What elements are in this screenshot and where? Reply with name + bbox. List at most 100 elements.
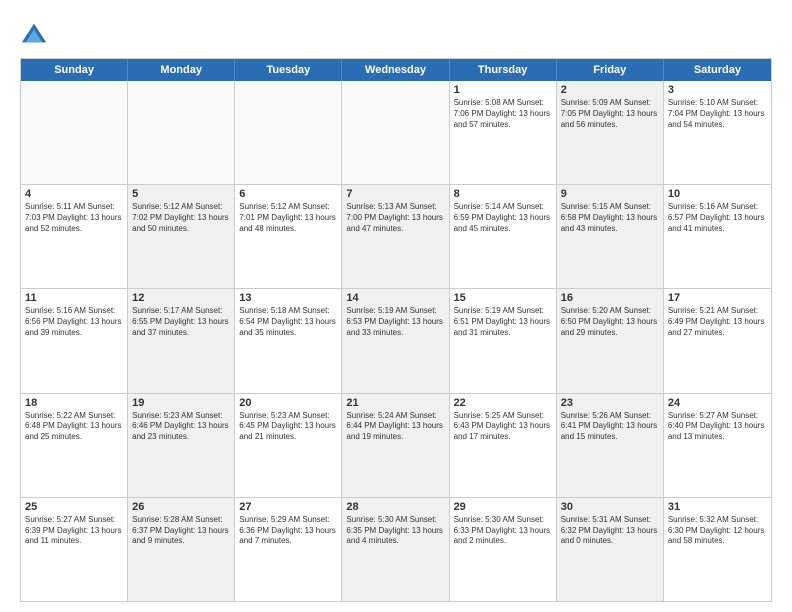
calendar-day-cell: 18Sunrise: 5:22 AM Sunset: 6:48 PM Dayli… — [21, 394, 128, 497]
day-info: Sunrise: 5:16 AM Sunset: 6:57 PM Dayligh… — [668, 202, 767, 234]
weekday-header: Tuesday — [235, 59, 342, 81]
calendar-day-cell: 27Sunrise: 5:29 AM Sunset: 6:36 PM Dayli… — [235, 498, 342, 601]
day-number: 5 — [132, 188, 230, 200]
day-number: 6 — [239, 188, 337, 200]
logo — [20, 20, 54, 48]
day-info: Sunrise: 5:18 AM Sunset: 6:54 PM Dayligh… — [239, 306, 337, 338]
day-info: Sunrise: 5:22 AM Sunset: 6:48 PM Dayligh… — [25, 411, 123, 443]
calendar-day-cell: 23 Sunrise: 5:26 AM Sunset: 6:41 PM Dayli… — [557, 394, 664, 497]
day-info: Sunrise: 5:10 AM Sunset: 7:04 PM Dayligh… — [668, 98, 767, 130]
calendar-day-cell: 25 Sunrise: 5:27 AM Sunset: 6:39 PM Dayli… — [21, 498, 128, 601]
day-info: Sunrise: 5:19 AM Sunset: 6:53 PM Dayligh… — [346, 306, 444, 338]
day-info: Sunrise: 5:14 AM Sunset: 6:59 PM Dayligh… — [454, 202, 552, 234]
calendar-day-cell: 14Sunrise: 5:19 AM Sunset: 6:53 PM Dayli… — [342, 289, 449, 392]
calendar-day-cell: 24Sunrise: 5:27 AM Sunset: 6:40 PM Dayli… — [664, 394, 771, 497]
day-info: Sunrise: 5:27 AM Sunset: 6:39 PM Dayligh… — [25, 515, 123, 547]
weekday-header: Thursday — [450, 59, 557, 81]
calendar-day-cell: 6Sunrise: 5:12 AM Sunset: 7:01 PM Daylig… — [235, 185, 342, 288]
day-number: 30 — [561, 501, 659, 513]
day-info: Sunrise: 5:12 AM Sunset: 7:02 PM Dayligh… — [132, 202, 230, 234]
weekday-header: Friday — [557, 59, 664, 81]
day-number: 20 — [239, 397, 337, 409]
calendar-day-cell — [342, 81, 449, 184]
day-info: Sunrise: 5:30 AM Sunset: 6:33 PM Dayligh… — [454, 515, 552, 547]
calendar-day-cell: 28 Sunrise: 5:30 AM Sunset: 6:35 PM Dayli… — [342, 498, 449, 601]
day-info: Sunrise: 5:23 AM Sunset: 6:45 PM Dayligh… — [239, 411, 337, 443]
calendar-day-cell: 15 Sunrise: 5:19 AM Sunset: 6:51 PM Dayli… — [450, 289, 557, 392]
calendar-day-cell: 17 Sunrise: 5:21 AM Sunset: 6:49 PM Dayli… — [664, 289, 771, 392]
day-info: Sunrise: 5:17 AM Sunset: 6:55 PM Dayligh… — [132, 306, 230, 338]
day-number: 28 — [346, 501, 444, 513]
day-number: 11 — [25, 292, 123, 304]
day-number: 22 — [454, 397, 552, 409]
day-number: 27 — [239, 501, 337, 513]
day-number: 2 — [561, 84, 659, 96]
day-number: 12 — [132, 292, 230, 304]
day-info: Sunrise: 5:27 AM Sunset: 6:40 PM Dayligh… — [668, 411, 767, 443]
weekday-header: Wednesday — [342, 59, 449, 81]
calendar-day-cell: 11 Sunrise: 5:16 AM Sunset: 6:56 PM Dayli… — [21, 289, 128, 392]
calendar-day-cell: 10 Sunrise: 5:16 AM Sunset: 6:57 PM Dayli… — [664, 185, 771, 288]
calendar-day-cell: 12 Sunrise: 5:17 AM Sunset: 6:55 PM Dayli… — [128, 289, 235, 392]
weekday-header: Sunday — [21, 59, 128, 81]
calendar-week-row: 1 Sunrise: 5:08 AM Sunset: 7:06 PM Daylig… — [21, 81, 771, 185]
day-info: Sunrise: 5:11 AM Sunset: 7:03 PM Dayligh… — [25, 202, 123, 234]
calendar-day-cell: 22 Sunrise: 5:25 AM Sunset: 6:43 PM Dayli… — [450, 394, 557, 497]
calendar-day-cell: 4 Sunrise: 5:11 AM Sunset: 7:03 PM Daylig… — [21, 185, 128, 288]
logo-icon — [20, 20, 48, 48]
calendar-body: 1 Sunrise: 5:08 AM Sunset: 7:06 PM Daylig… — [21, 81, 771, 601]
day-number: 31 — [668, 501, 767, 513]
calendar-day-cell: 3 Sunrise: 5:10 AM Sunset: 7:04 PM Daylig… — [664, 81, 771, 184]
calendar-day-cell: 21 Sunrise: 5:24 AM Sunset: 6:44 PM Dayli… — [342, 394, 449, 497]
page: SundayMondayTuesdayWednesdayThursdayFrid… — [0, 0, 792, 612]
weekday-header: Monday — [128, 59, 235, 81]
calendar-day-cell: 5 Sunrise: 5:12 AM Sunset: 7:02 PM Daylig… — [128, 185, 235, 288]
calendar-day-cell: 9Sunrise: 5:15 AM Sunset: 6:58 PM Daylig… — [557, 185, 664, 288]
day-number: 7 — [346, 188, 444, 200]
day-info: Sunrise: 5:19 AM Sunset: 6:51 PM Dayligh… — [454, 306, 552, 338]
calendar-day-cell: 19 Sunrise: 5:23 AM Sunset: 6:46 PM Dayli… — [128, 394, 235, 497]
day-number: 9 — [561, 188, 659, 200]
day-info: Sunrise: 5:28 AM Sunset: 6:37 PM Dayligh… — [132, 515, 230, 547]
calendar-day-cell: 16 Sunrise: 5:20 AM Sunset: 6:50 PM Dayli… — [557, 289, 664, 392]
day-number: 19 — [132, 397, 230, 409]
calendar-week-row: 4 Sunrise: 5:11 AM Sunset: 7:03 PM Daylig… — [21, 185, 771, 289]
calendar-day-cell: 29 Sunrise: 5:30 AM Sunset: 6:33 PM Dayli… — [450, 498, 557, 601]
calendar-day-cell: 30 Sunrise: 5:31 AM Sunset: 6:32 PM Dayli… — [557, 498, 664, 601]
day-info: Sunrise: 5:13 AM Sunset: 7:00 PM Dayligh… — [346, 202, 444, 234]
day-number: 16 — [561, 292, 659, 304]
day-number: 17 — [668, 292, 767, 304]
calendar-day-cell: 7 Sunrise: 5:13 AM Sunset: 7:00 PM Daylig… — [342, 185, 449, 288]
day-number: 13 — [239, 292, 337, 304]
day-number: 26 — [132, 501, 230, 513]
weekday-header: Saturday — [664, 59, 771, 81]
calendar: SundayMondayTuesdayWednesdayThursdayFrid… — [20, 58, 772, 602]
day-info: Sunrise: 5:21 AM Sunset: 6:49 PM Dayligh… — [668, 306, 767, 338]
day-number: 25 — [25, 501, 123, 513]
calendar-day-cell — [21, 81, 128, 184]
day-number: 4 — [25, 188, 123, 200]
day-number: 10 — [668, 188, 767, 200]
calendar-week-row: 18Sunrise: 5:22 AM Sunset: 6:48 PM Dayli… — [21, 394, 771, 498]
day-info: Sunrise: 5:24 AM Sunset: 6:44 PM Dayligh… — [346, 411, 444, 443]
day-info: Sunrise: 5:20 AM Sunset: 6:50 PM Dayligh… — [561, 306, 659, 338]
day-number: 15 — [454, 292, 552, 304]
day-number: 3 — [668, 84, 767, 96]
day-number: 21 — [346, 397, 444, 409]
calendar-day-cell — [235, 81, 342, 184]
day-number: 23 — [561, 397, 659, 409]
day-info: Sunrise: 5:25 AM Sunset: 6:43 PM Dayligh… — [454, 411, 552, 443]
day-info: Sunrise: 5:30 AM Sunset: 6:35 PM Dayligh… — [346, 515, 444, 547]
day-info: Sunrise: 5:09 AM Sunset: 7:05 PM Dayligh… — [561, 98, 659, 130]
day-info: Sunrise: 5:08 AM Sunset: 7:06 PM Dayligh… — [454, 98, 552, 130]
day-number: 1 — [454, 84, 552, 96]
day-info: Sunrise: 5:26 AM Sunset: 6:41 PM Dayligh… — [561, 411, 659, 443]
day-info: Sunrise: 5:31 AM Sunset: 6:32 PM Dayligh… — [561, 515, 659, 547]
day-info: Sunrise: 5:16 AM Sunset: 6:56 PM Dayligh… — [25, 306, 123, 338]
calendar-day-cell: 2 Sunrise: 5:09 AM Sunset: 7:05 PM Daylig… — [557, 81, 664, 184]
day-info: Sunrise: 5:23 AM Sunset: 6:46 PM Dayligh… — [132, 411, 230, 443]
day-number: 29 — [454, 501, 552, 513]
calendar-week-row: 25 Sunrise: 5:27 AM Sunset: 6:39 PM Dayli… — [21, 498, 771, 601]
day-info: Sunrise: 5:32 AM Sunset: 6:30 PM Dayligh… — [668, 515, 767, 547]
header — [20, 20, 772, 48]
